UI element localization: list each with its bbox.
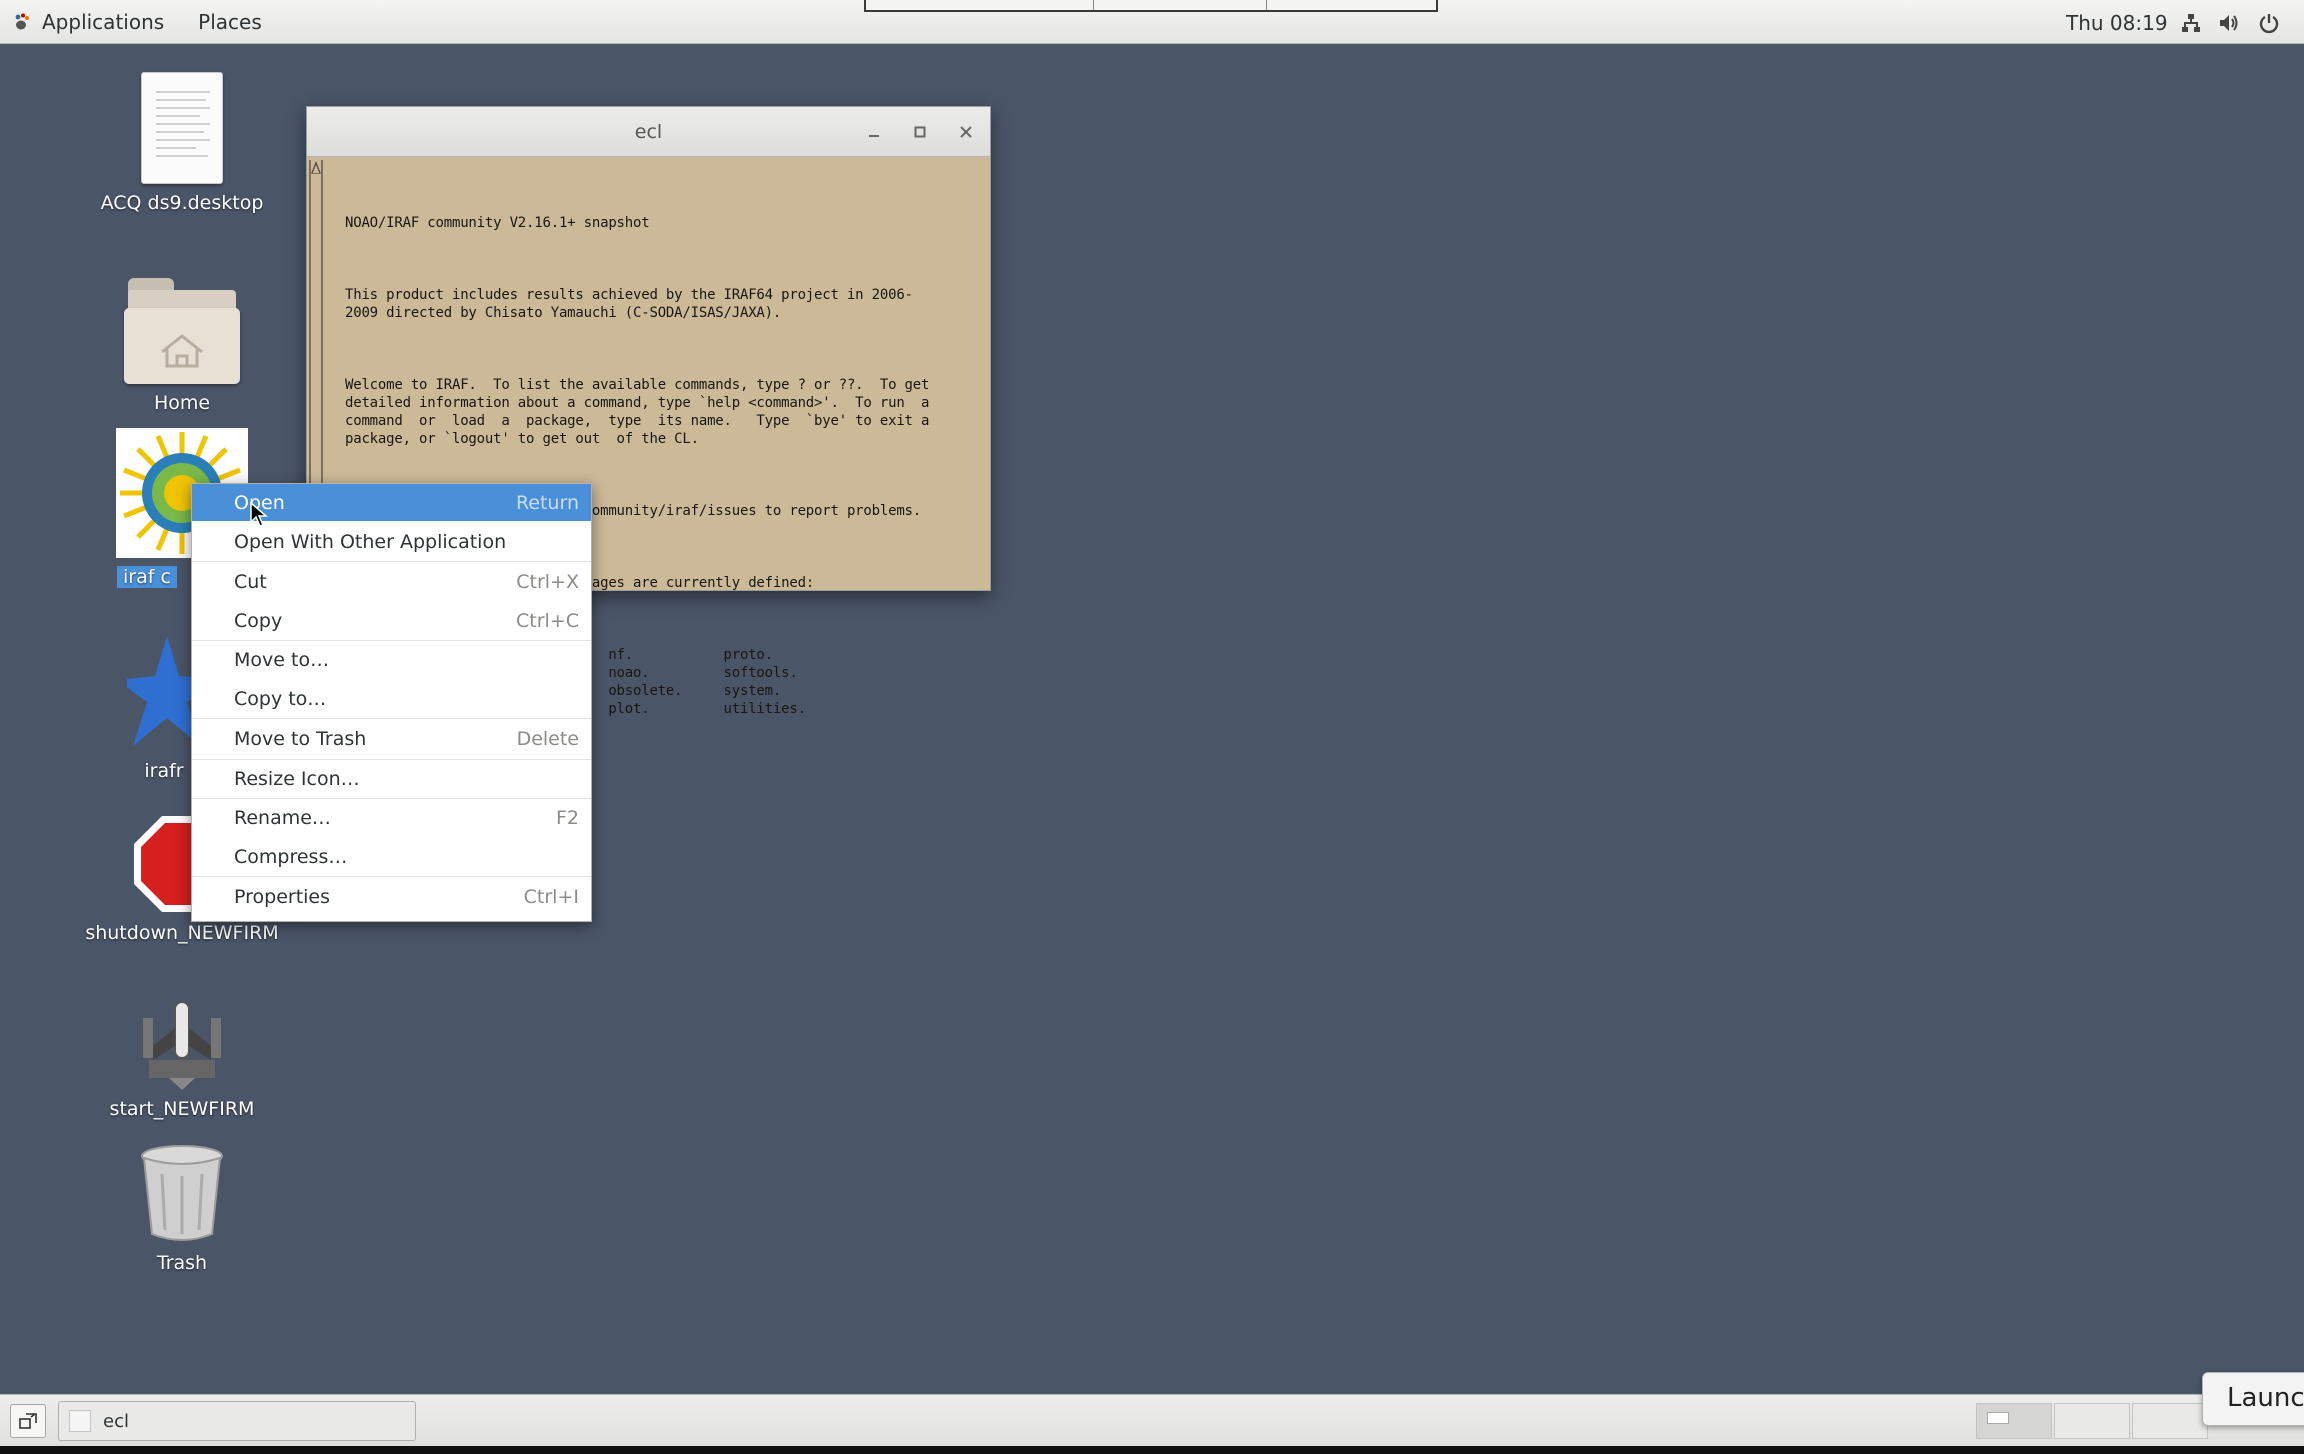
menu-item-rename[interactable]: Rename… F2 (192, 799, 591, 836)
places-menu[interactable]: Places (198, 10, 262, 34)
maximize-button[interactable] (907, 119, 933, 145)
menu-item-label: Cut (234, 570, 267, 593)
network-icon[interactable] (2180, 12, 2204, 34)
clock[interactable]: Thu 08:19 (2066, 11, 2168, 35)
menu-item-shortcut: Ctrl+C (516, 609, 579, 632)
menu-item-shortcut: Return (515, 491, 579, 514)
launcher-tooltip: Launc (2202, 1372, 2304, 1426)
terminal-line-welcome: Welcome to IRAF. To list the available c… (345, 377, 930, 447)
menu-item-properties[interactable]: Properties Ctrl+I (192, 878, 591, 915)
desktop-icon-acq-ds9[interactable]: ACQ ds9.desktop (82, 72, 282, 214)
taskbar-item-label: ecl (103, 1410, 129, 1432)
menu-item-label: Rename… (234, 806, 331, 829)
show-desktop-button[interactable] (10, 1404, 46, 1438)
menu-separator (192, 876, 591, 877)
menu-item-shortcut: F2 (555, 806, 579, 829)
menu-item-label: Compress… (234, 845, 348, 868)
desktop-icon-label: iraf c (117, 566, 177, 588)
close-button[interactable] (953, 119, 979, 145)
applications-menu[interactable]: Applications (12, 10, 164, 34)
menu-item-label: Copy (234, 609, 283, 632)
gnome-foot-icon (12, 12, 32, 32)
top-panel: Applications Places Thu 08:19 (0, 0, 2304, 44)
terminal-app-icon (69, 1410, 91, 1432)
workspace-2[interactable] (2054, 1403, 2130, 1439)
desktop-icon-trash[interactable]: Trash (82, 1144, 282, 1274)
bottom-panel: ecl (0, 1394, 2304, 1446)
desktop-icon-label: shutdown_NEWFIRM (85, 922, 279, 944)
menu-item-shortcut: Ctrl+X (516, 570, 579, 593)
window-title: ecl (634, 120, 663, 143)
ecl-titlebar[interactable]: ecl (307, 107, 990, 157)
menu-item-shortcut: Ctrl+I (523, 885, 579, 908)
menu-item-label: Properties (234, 885, 331, 908)
terminal-line-snapshot: NOAO/IRAF community V2.16.1+ snapshot (345, 215, 650, 231)
desktop-icon-label: Trash (156, 1252, 208, 1274)
show-desktop-icon (19, 1413, 37, 1429)
menu-item-move-to-trash[interactable]: Move to Trash Delete (192, 720, 591, 757)
menu-item-label: Move to Trash (234, 727, 367, 750)
menu-item-label: Resize Icon… (234, 767, 360, 790)
desktop-icon-home[interactable]: Home (82, 272, 282, 414)
menu-item-move-to[interactable]: Move to… (192, 641, 591, 678)
desktop-icon-start-newfirm[interactable]: start_NEWFIRM (82, 998, 282, 1120)
volume-icon[interactable] (2218, 12, 2242, 34)
menu-item-label: Move to… (234, 648, 330, 671)
menu-item-compress[interactable]: Compress… (192, 838, 591, 875)
menu-item-cut[interactable]: Cut Ctrl+X (192, 563, 591, 600)
menu-item-resize-icon[interactable]: Resize Icon… (192, 760, 591, 797)
desktop-icon-label: start_NEWFIRM (109, 1098, 255, 1120)
top-window-strip (864, 0, 1438, 12)
workspace-1[interactable] (1976, 1403, 2052, 1439)
menu-item-label: Open With Other Application (234, 530, 507, 553)
applications-menu-label: Applications (42, 9, 165, 34)
workspace-3[interactable] (2132, 1403, 2208, 1439)
rocket-icon (139, 998, 225, 1090)
trash-icon (137, 1144, 227, 1244)
taskbar-item-ecl[interactable]: ecl (58, 1401, 416, 1441)
document-icon (141, 72, 223, 184)
menu-item-label: Copy to… (234, 687, 327, 710)
screen-bottom-edge (0, 1446, 2304, 1454)
home-folder-icon (124, 272, 240, 384)
menu-item-copy-to[interactable]: Copy to… (192, 680, 591, 717)
scroll-up-arrow-icon[interactable] (311, 160, 321, 174)
menu-separator (192, 718, 591, 719)
desktop-icon-label: ACQ ds9.desktop (100, 192, 264, 214)
menu-separator (192, 561, 591, 562)
power-icon[interactable] (2258, 12, 2282, 34)
minimize-button[interactable] (861, 119, 887, 145)
terminal-line-product: This product includes results achieved b… (345, 287, 913, 321)
menu-item-shortcut: Delete (516, 727, 579, 750)
mouse-cursor-icon (250, 501, 269, 532)
menu-item-copy[interactable]: Copy Ctrl+C (192, 602, 591, 639)
context-menu: Open Return Open With Other Application … (191, 483, 592, 922)
desktop-icon-label: Home (153, 392, 211, 414)
